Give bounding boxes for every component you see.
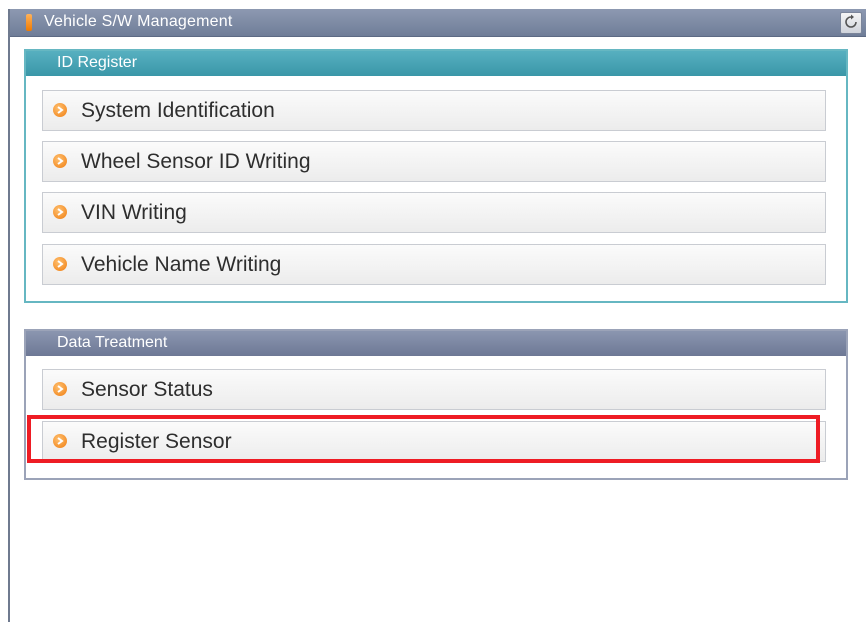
menu-item-label: VIN Writing xyxy=(81,201,187,224)
circle-arrow-right-icon xyxy=(53,205,67,219)
menu-item-system-identification[interactable]: System Identification xyxy=(42,90,826,131)
retry-icon xyxy=(845,14,857,28)
menu-item-label: Sensor Status xyxy=(81,378,213,401)
orange-marker-icon xyxy=(26,14,32,31)
panel-title: ID Register xyxy=(57,54,138,71)
menu-item-label: Vehicle Name Writing xyxy=(81,253,282,276)
panel-header: ID Register xyxy=(26,51,846,76)
panel-title: Data Treatment xyxy=(57,334,168,351)
id-register-panel: ID Register System Identification Wheel … xyxy=(24,49,848,303)
circle-arrow-right-icon xyxy=(53,103,67,117)
circle-arrow-right-icon xyxy=(53,257,67,271)
retry-button[interactable] xyxy=(840,12,862,34)
menu-item-vehicle-name-writing[interactable]: Vehicle Name Writing xyxy=(42,244,826,285)
circle-arrow-right-icon xyxy=(53,382,67,396)
menu-item-wheel-sensor-id-writing[interactable]: Wheel Sensor ID Writing xyxy=(42,141,826,182)
panel-header: Data Treatment xyxy=(26,331,846,356)
app-window: Vehicle S/W Management ID Register Syste… xyxy=(8,9,866,622)
highlight-frame xyxy=(27,415,820,463)
window-title: Vehicle S/W Management xyxy=(44,13,233,30)
title-bar: Vehicle S/W Management xyxy=(10,9,866,37)
circle-arrow-right-icon xyxy=(53,154,67,168)
menu-item-sensor-status[interactable]: Sensor Status xyxy=(42,369,826,410)
menu-item-vin-writing[interactable]: VIN Writing xyxy=(42,192,826,233)
menu-item-label: Wheel Sensor ID Writing xyxy=(81,150,311,173)
menu-item-label: System Identification xyxy=(81,99,275,122)
